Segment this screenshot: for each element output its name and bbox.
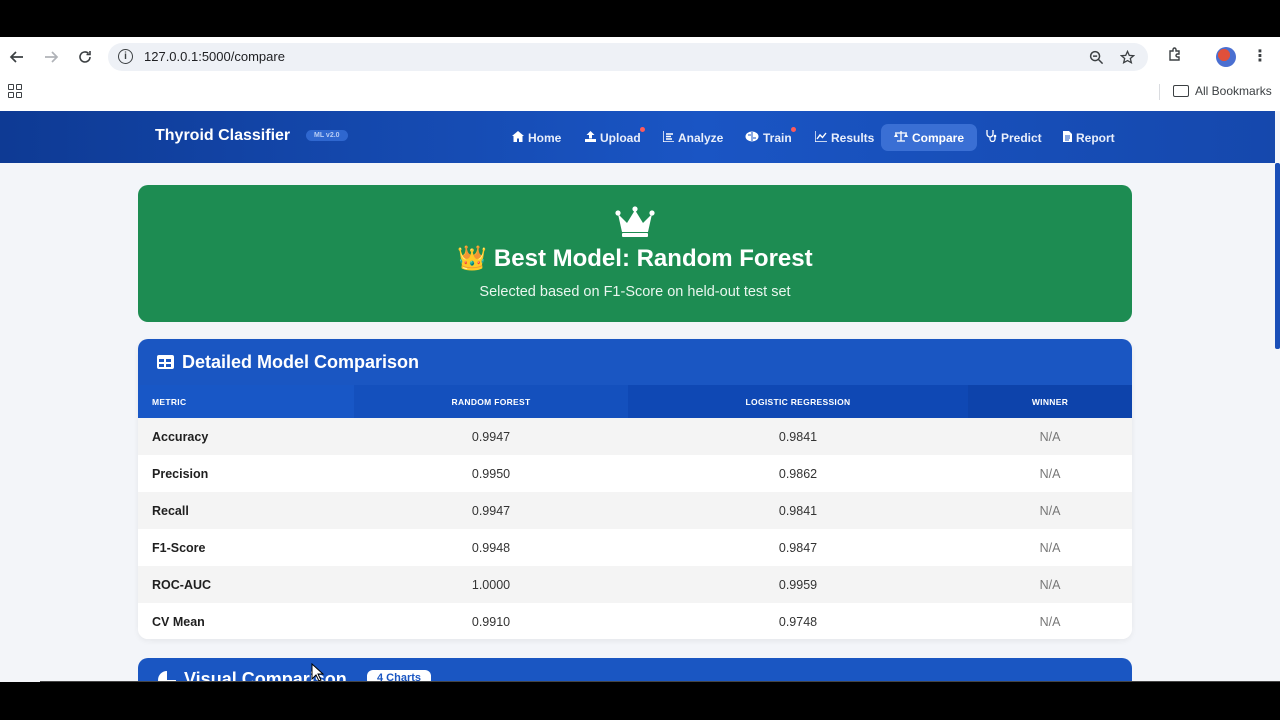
random-forest-value: 0.9948 — [471, 540, 511, 555]
nav-predict[interactable]: Predict — [972, 124, 1055, 151]
winner-value: N/A — [1039, 614, 1061, 629]
all-bookmarks-button[interactable]: All Bookmarks — [1173, 84, 1272, 98]
table-row: Recall 0.9947 0.9841 N/A — [138, 492, 1132, 529]
upload-icon — [585, 130, 596, 145]
brain-icon — [745, 131, 759, 145]
crown-icon — [615, 206, 655, 237]
best-model-subtitle: Selected based on F1-Score on held-out t… — [479, 284, 791, 300]
file-icon — [1063, 130, 1072, 145]
nav-train-label: Train — [763, 130, 792, 145]
upload-notification-dot — [640, 127, 645, 132]
metric-name: Precision — [152, 466, 209, 481]
extensions-icon[interactable] — [1167, 46, 1183, 67]
header-random-forest: RANDOM FOREST — [354, 385, 628, 418]
logistic-regression-value: 0.9748 — [778, 614, 818, 629]
chart-line-icon — [814, 130, 827, 145]
winner-value: N/A — [1039, 540, 1061, 555]
table-row: Accuracy 0.9947 0.9841 N/A — [138, 418, 1132, 455]
random-forest-value: 0.9910 — [471, 614, 511, 629]
logistic-regression-value: 0.9959 — [778, 577, 818, 592]
table-row: CV Mean 0.9910 0.9748 N/A — [138, 603, 1132, 639]
home-icon — [512, 130, 524, 145]
nav-train[interactable]: Train — [732, 124, 805, 151]
table-row: F1-Score 0.9948 0.9847 N/A — [138, 529, 1132, 566]
winner-value: N/A — [1039, 503, 1061, 518]
nav-compare-label: Compare — [912, 130, 965, 145]
screen-bottom-bar — [0, 682, 1280, 720]
random-forest-value: 0.9947 — [471, 429, 511, 444]
metric-name: Accuracy — [152, 429, 209, 444]
table-row: Precision 0.9950 0.9862 N/A — [138, 455, 1132, 492]
folder-icon — [1173, 85, 1189, 97]
version-badge: ML v2.0 — [306, 130, 348, 141]
comparison-table-header: METRIC RANDOM FOREST LOGISTIC REGRESSION… — [138, 385, 1132, 418]
reload-icon[interactable] — [75, 47, 95, 67]
browser-menu-icon[interactable]: ⋮ — [1252, 46, 1268, 66]
header-winner: WINNER — [968, 385, 1132, 418]
random-forest-value: 0.9947 — [471, 503, 511, 518]
best-model-banner: 👑 Best Model: Random Forest Selected bas… — [138, 185, 1132, 322]
app-navbar: Thyroid Classifier ML v2.0 Home Upload A… — [0, 111, 1275, 163]
bookmarks-divider — [1159, 84, 1160, 100]
balance-icon — [894, 130, 908, 145]
zoom-icon[interactable] — [1089, 50, 1104, 68]
nav-predict-label: Predict — [1001, 130, 1042, 145]
table-row: ROC-AUC 1.0000 0.9959 N/A — [138, 566, 1132, 603]
model-comparison-card: Detailed Model Comparison METRIC RANDOM … — [138, 339, 1132, 639]
all-bookmarks-label: All Bookmarks — [1195, 84, 1272, 98]
random-forest-value: 1.0000 — [471, 577, 511, 592]
winner-value: N/A — [1039, 577, 1061, 592]
metric-name: CV Mean — [152, 614, 205, 629]
winner-value: N/A — [1039, 429, 1061, 444]
scrollbar-thumb[interactable] — [1275, 163, 1280, 349]
browser-chrome: i 127.0.0.1:5000/compare ⋮ All Bookmarks — [0, 37, 1280, 111]
table-icon — [157, 355, 174, 369]
apps-grid-icon[interactable] — [8, 84, 22, 98]
comparison-card-header: Detailed Model Comparison — [138, 339, 1132, 385]
url-text[interactable]: 127.0.0.1:5000/compare — [144, 49, 285, 64]
metric-name: F1-Score — [152, 540, 206, 555]
nav-results-label: Results — [831, 130, 875, 145]
analyze-icon — [662, 130, 674, 145]
nav-results[interactable]: Results — [802, 124, 887, 151]
stethoscope-icon — [985, 130, 997, 145]
header-logistic-regression: LOGISTIC REGRESSION — [628, 385, 968, 418]
best-model-title: 👑 Best Model: Random Forest — [457, 245, 813, 272]
nav-analyze-label: Analyze — [678, 130, 724, 145]
bookmark-star-icon[interactable] — [1119, 49, 1136, 68]
forward-arrow-icon[interactable] — [41, 47, 61, 67]
random-forest-value: 0.9950 — [471, 466, 511, 481]
header-metric: METRIC — [138, 385, 354, 418]
page-content[interactable]: Thyroid Classifier ML v2.0 Home Upload A… — [0, 111, 1280, 682]
train-notification-dot — [791, 127, 796, 132]
profile-avatar[interactable] — [1216, 47, 1236, 67]
screen-top-bar — [0, 0, 1280, 37]
site-info-icon[interactable]: i — [118, 49, 133, 64]
nav-report-label: Report — [1076, 130, 1115, 145]
nav-report[interactable]: Report — [1050, 124, 1128, 151]
comparison-title: Detailed Model Comparison — [182, 351, 420, 372]
logistic-regression-value: 0.9841 — [778, 503, 818, 518]
logistic-regression-value: 0.9847 — [778, 540, 818, 555]
visual-comparison-card: Visual Comparison 4 Charts — [138, 658, 1132, 682]
winner-value: N/A — [1039, 466, 1061, 481]
nav-upload-label: Upload — [600, 130, 641, 145]
metric-name: ROC-AUC — [152, 577, 212, 592]
logistic-regression-value: 0.9841 — [778, 429, 818, 444]
nav-compare[interactable]: Compare — [881, 124, 978, 151]
metric-name: Recall — [152, 503, 189, 518]
mouse-cursor-icon — [311, 663, 325, 682]
logistic-regression-value: 0.9862 — [778, 466, 818, 481]
address-bar[interactable]: i 127.0.0.1:5000/compare — [108, 43, 1148, 71]
nav-home-label: Home — [528, 130, 562, 145]
nav-home[interactable]: Home — [499, 124, 574, 151]
nav-analyze[interactable]: Analyze — [650, 124, 736, 151]
brand-title[interactable]: Thyroid Classifier — [155, 127, 290, 145]
nav-upload[interactable]: Upload — [572, 124, 654, 151]
back-arrow-icon[interactable] — [7, 47, 27, 67]
